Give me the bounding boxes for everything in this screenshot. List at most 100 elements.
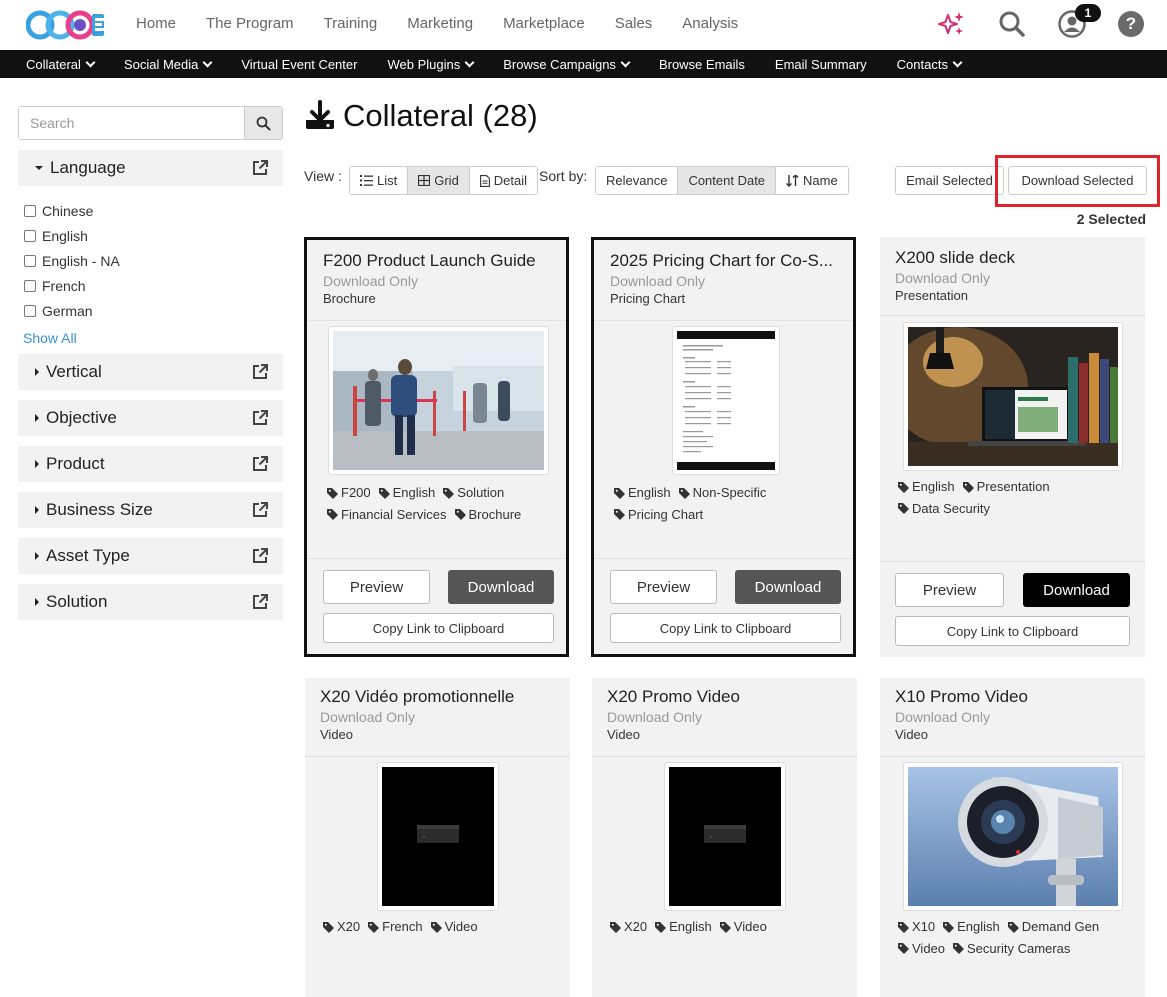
tag[interactable]: Solution bbox=[443, 483, 504, 503]
tag[interactable]: English bbox=[378, 483, 435, 503]
nav-sales[interactable]: Sales bbox=[615, 15, 653, 32]
sort-relevance-button[interactable]: Relevance bbox=[596, 167, 679, 194]
tag[interactable]: F200 bbox=[327, 483, 371, 503]
tag[interactable]: French bbox=[368, 917, 423, 937]
asset-card[interactable]: 2025 Pricing Chart for Co-S... Download … bbox=[591, 237, 856, 657]
download-button[interactable]: Download bbox=[1023, 573, 1130, 607]
subnav-browse-emails[interactable]: Browse Emails bbox=[659, 57, 745, 72]
nav-the-program[interactable]: The Program bbox=[206, 15, 294, 32]
facet-business-size[interactable]: Business Size bbox=[18, 492, 283, 528]
preview-button[interactable]: Preview bbox=[895, 573, 1004, 607]
external-link-icon[interactable] bbox=[251, 409, 269, 427]
checkbox[interactable] bbox=[24, 254, 36, 267]
sort-content-date-button[interactable]: Content Date bbox=[678, 167, 777, 194]
external-link-icon[interactable] bbox=[251, 547, 269, 565]
copy-link-button[interactable]: Copy Link to Clipboard bbox=[610, 613, 841, 643]
asset-card[interactable]: X10 Promo Video Download Only Video X10 E… bbox=[880, 678, 1145, 997]
subnav-browse-campaigns[interactable]: Browse Campaigns bbox=[503, 57, 631, 72]
external-link-icon[interactable] bbox=[251, 159, 269, 177]
card-title[interactable]: X20 Promo Video bbox=[607, 687, 847, 707]
card-title[interactable]: X10 Promo Video bbox=[895, 687, 1135, 707]
tag[interactable]: Video bbox=[719, 917, 767, 937]
ccoe-logo[interactable] bbox=[26, 6, 106, 44]
subnav-contacts[interactable]: Contacts bbox=[897, 57, 963, 72]
checkbox[interactable] bbox=[24, 229, 36, 242]
tag[interactable]: X20 bbox=[323, 917, 360, 937]
card-thumbnail[interactable] bbox=[664, 762, 786, 911]
external-link-icon[interactable] bbox=[251, 455, 269, 473]
facet-vertical[interactable]: Vertical bbox=[18, 354, 283, 390]
checkbox[interactable] bbox=[24, 304, 36, 317]
tag[interactable]: Data Security bbox=[898, 499, 990, 519]
nav-training[interactable]: Training bbox=[324, 15, 378, 32]
facet-asset-type[interactable]: Asset Type bbox=[18, 538, 283, 574]
search-input[interactable] bbox=[19, 107, 245, 139]
preview-button[interactable]: Preview bbox=[323, 570, 430, 604]
asset-card[interactable]: X20 Vidéo promotionnelle Download Only V… bbox=[305, 678, 570, 997]
subnav-virtual-event-center[interactable]: Virtual Event Center bbox=[241, 57, 357, 72]
external-link-icon[interactable] bbox=[251, 501, 269, 519]
subnav-email-summary[interactable]: Email Summary bbox=[775, 57, 867, 72]
tag[interactable]: X20 bbox=[610, 917, 647, 937]
tag[interactable]: Video bbox=[898, 939, 945, 959]
checkbox[interactable] bbox=[24, 204, 36, 217]
nav-home[interactable]: Home bbox=[136, 15, 176, 32]
preview-button[interactable]: Preview bbox=[610, 570, 717, 604]
nav-analysis[interactable]: Analysis bbox=[682, 15, 738, 32]
facet-solution[interactable]: Solution bbox=[18, 584, 283, 620]
nav-marketing[interactable]: Marketing bbox=[407, 15, 473, 32]
email-selected-button[interactable]: Email Selected bbox=[895, 166, 1004, 195]
card-title[interactable]: 2025 Pricing Chart for Co-S... bbox=[610, 251, 840, 271]
asset-card[interactable]: X20 Promo Video Download Only Video X20 E… bbox=[592, 678, 857, 997]
facet-product[interactable]: Product bbox=[18, 446, 283, 482]
language-option[interactable]: English - NA bbox=[24, 248, 283, 273]
card-title[interactable]: X200 slide deck bbox=[895, 248, 1130, 268]
checkbox[interactable] bbox=[24, 279, 36, 292]
card-thumbnail[interactable] bbox=[377, 762, 499, 911]
asset-card[interactable]: X200 slide deck Download Only Presentati… bbox=[880, 237, 1145, 657]
card-thumbnail[interactable] bbox=[903, 322, 1123, 471]
tag[interactable]: English bbox=[898, 477, 955, 497]
tag[interactable]: Security Cameras bbox=[953, 939, 1070, 959]
search-icon[interactable] bbox=[998, 10, 1026, 38]
tag[interactable]: Financial Services bbox=[327, 505, 447, 525]
tag[interactable]: English bbox=[655, 917, 712, 937]
tag[interactable]: Demand Gen bbox=[1007, 917, 1099, 937]
view-list-button[interactable]: List bbox=[350, 167, 409, 194]
tag[interactable]: X10 bbox=[898, 917, 935, 937]
facet-language[interactable]: Language bbox=[18, 150, 283, 186]
card-title[interactable]: X20 Vidéo promotionnelle bbox=[320, 687, 560, 707]
tag[interactable]: English bbox=[943, 917, 1000, 937]
show-all-link[interactable]: Show All bbox=[18, 323, 283, 354]
language-option[interactable]: English bbox=[24, 223, 283, 248]
card-thumbnail[interactable] bbox=[328, 326, 549, 475]
tag[interactable]: Presentation bbox=[962, 477, 1050, 497]
language-option[interactable]: French bbox=[24, 273, 283, 298]
subnav-collateral[interactable]: Collateral bbox=[26, 57, 96, 72]
notification-badge[interactable]: 1 bbox=[1075, 4, 1101, 22]
language-option[interactable]: Chinese bbox=[24, 198, 283, 223]
card-title[interactable]: F200 Product Launch Guide bbox=[323, 251, 553, 271]
tag[interactable]: English bbox=[614, 483, 671, 503]
subnav-social-media[interactable]: Social Media bbox=[124, 57, 213, 72]
view-detail-button[interactable]: Detail bbox=[469, 167, 538, 194]
help-icon[interactable]: ? bbox=[1118, 11, 1144, 37]
card-thumbnail[interactable] bbox=[903, 762, 1123, 911]
asset-card[interactable]: F200 Product Launch Guide Download Only … bbox=[304, 237, 569, 657]
sort-name-button[interactable]: Name bbox=[776, 167, 848, 194]
download-button[interactable]: Download bbox=[448, 570, 554, 604]
facet-objective[interactable]: Objective bbox=[18, 400, 283, 436]
view-grid-button[interactable]: Grid bbox=[408, 167, 470, 194]
nav-marketplace[interactable]: Marketplace bbox=[503, 15, 585, 32]
language-option[interactable]: German bbox=[24, 298, 283, 323]
external-link-icon[interactable] bbox=[251, 363, 269, 381]
tag[interactable]: Pricing Chart bbox=[614, 505, 703, 525]
copy-link-button[interactable]: Copy Link to Clipboard bbox=[895, 616, 1130, 646]
subnav-web-plugins[interactable]: Web Plugins bbox=[387, 57, 475, 72]
tag[interactable]: Video bbox=[430, 917, 478, 937]
tag[interactable]: Brochure bbox=[454, 505, 521, 525]
search-button[interactable] bbox=[244, 107, 282, 139]
tag[interactable]: Non-Specific bbox=[678, 483, 766, 503]
ai-sparkle-icon[interactable] bbox=[938, 10, 966, 38]
card-thumbnail[interactable] bbox=[672, 326, 780, 475]
